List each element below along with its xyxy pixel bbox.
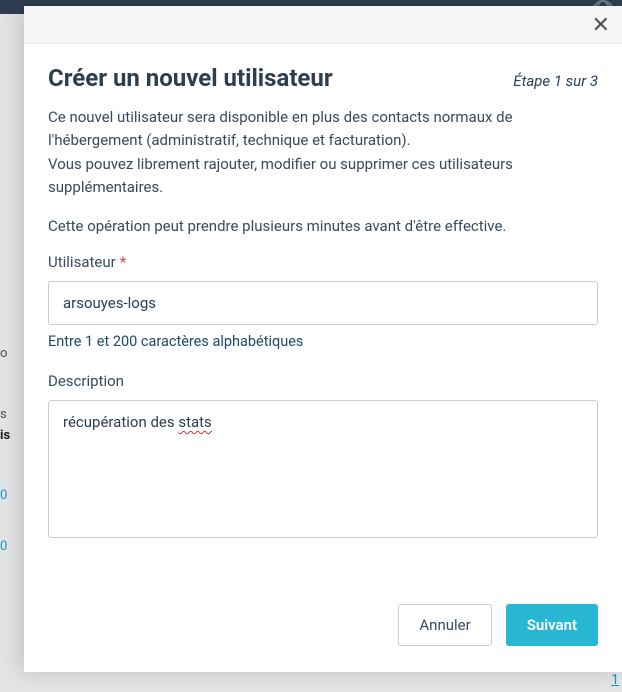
modal-header: ✕ [24, 6, 622, 44]
username-hint: Entre 1 et 200 caractères alphabétiques [48, 333, 598, 350]
modal-footer: Annuler Suivant [24, 590, 622, 672]
username-label: Utilisateur* [48, 253, 598, 271]
step-indicator: Étape 1 sur 3 [513, 72, 598, 90]
warning-text: Cette opération peut prendre plusieurs m… [48, 217, 598, 235]
modal-title: Créer un nouvel utilisateur [48, 64, 333, 92]
required-asterisk: * [120, 253, 126, 271]
create-user-modal: ✕ Créer un nouvel utilisateur Étape 1 su… [24, 6, 622, 672]
description-line-1: Ce nouvel utilisateur sera disponible en… [48, 106, 598, 153]
description-textarea[interactable]: récupération des stats [48, 400, 598, 538]
close-icon[interactable]: ✕ [592, 14, 610, 36]
description-label: Description [48, 372, 598, 390]
modal-description: Ce nouvel utilisateur sera disponible en… [48, 106, 598, 199]
next-button[interactable]: Suivant [506, 604, 598, 646]
description-line-2: Vous pouvez librement rajouter, modifier… [48, 153, 598, 200]
cancel-button[interactable]: Annuler [398, 604, 491, 646]
spellcheck-underline: stats [178, 413, 211, 431]
modal-body: Créer un nouvel utilisateur Étape 1 sur … [24, 44, 622, 590]
username-input[interactable] [48, 281, 598, 325]
